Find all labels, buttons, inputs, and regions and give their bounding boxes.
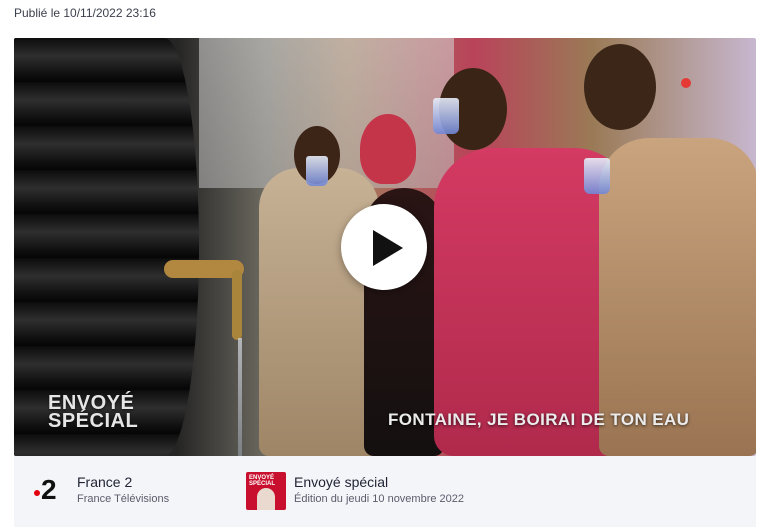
child-figure (599, 138, 756, 456)
child-head (584, 44, 656, 130)
show-thumbnail[interactable]: ENVOYÉ SPÉCIAL (246, 472, 286, 510)
presenter-figure (257, 488, 275, 510)
show-thumbnail-text: ENVOYÉ SPÉCIAL (249, 475, 276, 487)
cup (433, 98, 459, 134)
france2-logo[interactable]: 2 (34, 474, 68, 506)
video-player[interactable]: ENVOYÉ SPÉCIAL FONTAINE, JE BOIRAI DE TO… (14, 38, 756, 456)
cup (306, 156, 328, 186)
red-dot (681, 78, 691, 88)
show-watermark: ENVOYÉ SPÉCIAL (48, 393, 139, 432)
show-watermark-line2: SPÉCIAL (48, 410, 139, 432)
faucet-spout (232, 270, 242, 340)
show-name[interactable]: Envoyé spécial (294, 474, 388, 490)
show-edition: Édition du jeudi 10 novembre 2022 (294, 493, 465, 505)
water-stream (238, 338, 242, 456)
video-meta-bar: 2 France 2 France Télévisions ENVOYÉ SPÉ… (14, 456, 756, 527)
channel-dot (34, 490, 40, 496)
play-button[interactable] (341, 204, 427, 290)
publish-date: Publié le 10/11/2022 23:16 (14, 6, 156, 20)
channel-logo-number: 2 (41, 474, 57, 505)
play-icon (373, 230, 403, 266)
child-head (360, 114, 416, 184)
video-caption: FONTAINE, JE BOIRAI DE TON EAU (388, 410, 690, 429)
channel-name[interactable]: France 2 (77, 474, 132, 490)
cup (584, 158, 610, 194)
channel-group: France Télévisions (77, 493, 170, 505)
